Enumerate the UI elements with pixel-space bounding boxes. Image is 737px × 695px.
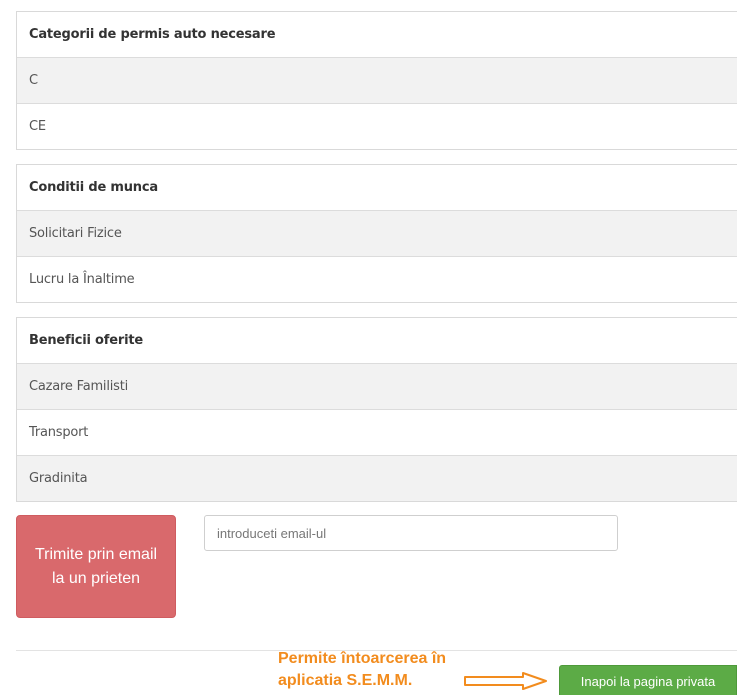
list-item: Lucru la Înaltime [17,256,737,302]
licence-categories-header: Categorii de permis auto necesare [29,27,276,42]
back-to-private-page-button[interactable]: Inapoi la pagina privata [559,665,737,695]
arrow-right-icon [464,672,547,690]
annotation-note: Permite întoarcerea în aplicatia S.E.M.M… [278,648,446,692]
list-item: CE [17,103,737,149]
licence-categories-table: Categorii de permis auto necesare C CE [16,11,737,150]
friend-email-input[interactable] [204,515,618,551]
list-item: C [17,57,737,103]
job-details-page: Categorii de permis auto necesare C CE C… [0,0,737,695]
annotation-line-2: aplicatia S.E.M.M. [278,672,413,689]
benefits-header: Beneficii oferite [29,333,143,348]
list-item: Cazare Familisti [17,363,737,409]
list-item: Transport [17,409,737,455]
benefits-table: Beneficii oferite Cazare Familisti Trans… [16,317,737,502]
list-item: Gradinita [17,455,737,501]
list-item: Solicitari Fizice [17,210,737,256]
work-conditions-header: Conditii de munca [29,180,158,195]
work-conditions-table: Conditii de munca Solicitari Fizice Lucr… [16,164,737,303]
annotation-line-1: Permite întoarcerea în [278,650,447,667]
send-to-friend-button[interactable]: Trimite prin email la un prieten [16,515,176,618]
